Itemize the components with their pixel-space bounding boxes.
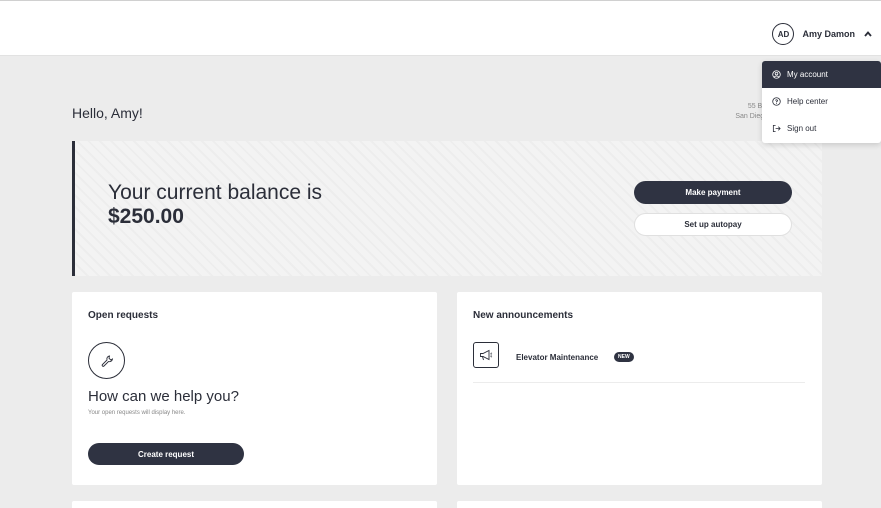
announcement-item-title[interactable]: Elevator Maintenance: [516, 353, 598, 362]
sign-out-icon: [772, 124, 781, 133]
open-requests-card: Open requests How can we help you? Your …: [72, 292, 437, 485]
wrench-icon: [88, 342, 125, 379]
bottom-card-left: [72, 501, 437, 508]
menu-item-label: Help center: [787, 97, 828, 106]
announcements-card: New announcements Elevator Maintenance N…: [457, 292, 822, 485]
menu-item-label: My account: [787, 70, 828, 79]
menu-item-label: Sign out: [787, 124, 817, 133]
card-title: Open requests: [88, 310, 159, 321]
divider: [473, 382, 805, 383]
card-title: New announcements: [473, 310, 574, 321]
address-line: 55 Bea: [747, 103, 770, 110]
make-payment-button[interactable]: Make payment: [634, 181, 792, 204]
avatar: AD: [772, 23, 795, 45]
address-line: San Diego,: [735, 113, 770, 120]
user-name: Amy Damon: [802, 29, 855, 39]
top-bar: AD Amy Damon: [0, 0, 881, 56]
balance-card: Your current balance is $250.00 Make pay…: [72, 141, 822, 276]
greeting: Hello, Amy!: [72, 105, 143, 121]
user-menu-toggle[interactable]: AD Amy Damon: [772, 23, 873, 45]
question-circle-icon: [772, 97, 781, 106]
balance-amount: $250.00: [108, 205, 184, 228]
menu-item-my-account[interactable]: My account: [762, 61, 881, 88]
chevron-up-icon: [864, 31, 872, 37]
user-circle-icon: [772, 70, 781, 79]
set-up-autopay-button[interactable]: Set up autopay: [634, 213, 792, 236]
balance-label: Your current balance is: [108, 181, 323, 204]
help-subtitle: Your open requests will display here.: [88, 410, 186, 416]
menu-item-help-center[interactable]: Help center: [762, 88, 881, 115]
menu-item-sign-out[interactable]: Sign out: [762, 115, 881, 142]
account-dropdown: My account Help center Sign out: [762, 61, 881, 143]
property-address: 55 Bea San Diego,: [690, 102, 770, 122]
megaphone-icon: [473, 342, 499, 368]
help-title: How can we help you?: [88, 388, 239, 405]
new-badge: NEW: [614, 352, 634, 362]
bottom-card-right: [457, 501, 822, 508]
create-request-button[interactable]: Create request: [88, 443, 244, 465]
